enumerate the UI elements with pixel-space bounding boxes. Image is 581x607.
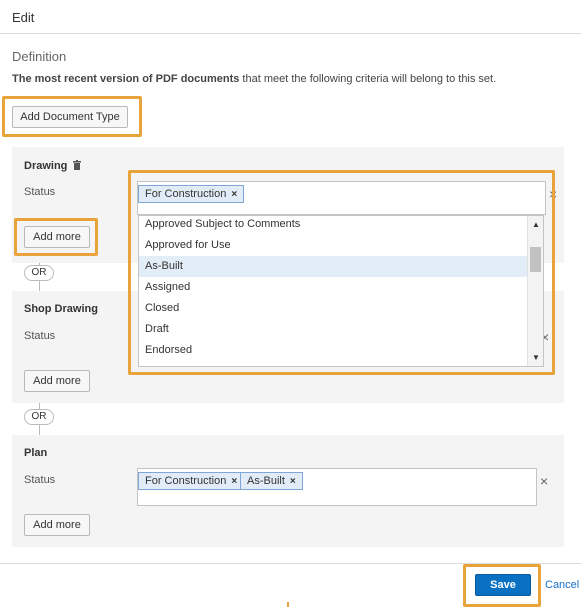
add-more-button-plan[interactable]: Add more [24, 514, 90, 536]
status-label-plan: Status [24, 474, 56, 486]
status-label-shop-drawing: Status [24, 330, 56, 342]
dialog-header: Edit [0, 0, 581, 34]
tag-remove-icon[interactable]: × [231, 476, 237, 487]
status-field-plan[interactable]: For Construction × As-Built × [137, 468, 537, 506]
add-more-button-shop-drawing[interactable]: Add more [24, 370, 90, 392]
status-dropdown-highlight [128, 170, 555, 375]
status-tag: As-Built × [240, 472, 303, 490]
definition-heading: Definition [12, 49, 67, 64]
definition-description-bold: The most recent version of PDF documents [12, 73, 240, 85]
or-separator: OR [24, 265, 54, 281]
add-more-button-drawing[interactable]: Add more [24, 226, 90, 248]
status-tag: For Construction × [138, 472, 245, 490]
drag-marker [287, 602, 289, 607]
cancel-link[interactable]: Cancel [545, 579, 579, 591]
status-label-drawing: Status [24, 186, 56, 198]
dialog-title: Edit [12, 10, 35, 25]
definition-description-rest: that meet the following criteria will be… [239, 73, 497, 85]
tag-remove-icon[interactable]: × [290, 476, 296, 487]
trash-icon[interactable] [73, 160, 82, 170]
panel-title-shop-drawing: Shop Drawing [24, 303, 98, 315]
or-separator: OR [24, 409, 54, 425]
definition-description: The most recent version of PDF documents… [12, 73, 496, 85]
clear-icon-plan[interactable]: × [540, 474, 548, 488]
add-document-type-button[interactable]: Add Document Type [12, 106, 128, 128]
save-button[interactable]: Save [475, 574, 531, 596]
panel-title-drawing: Drawing [24, 160, 82, 172]
panel-title-plan: Plan [24, 447, 48, 459]
